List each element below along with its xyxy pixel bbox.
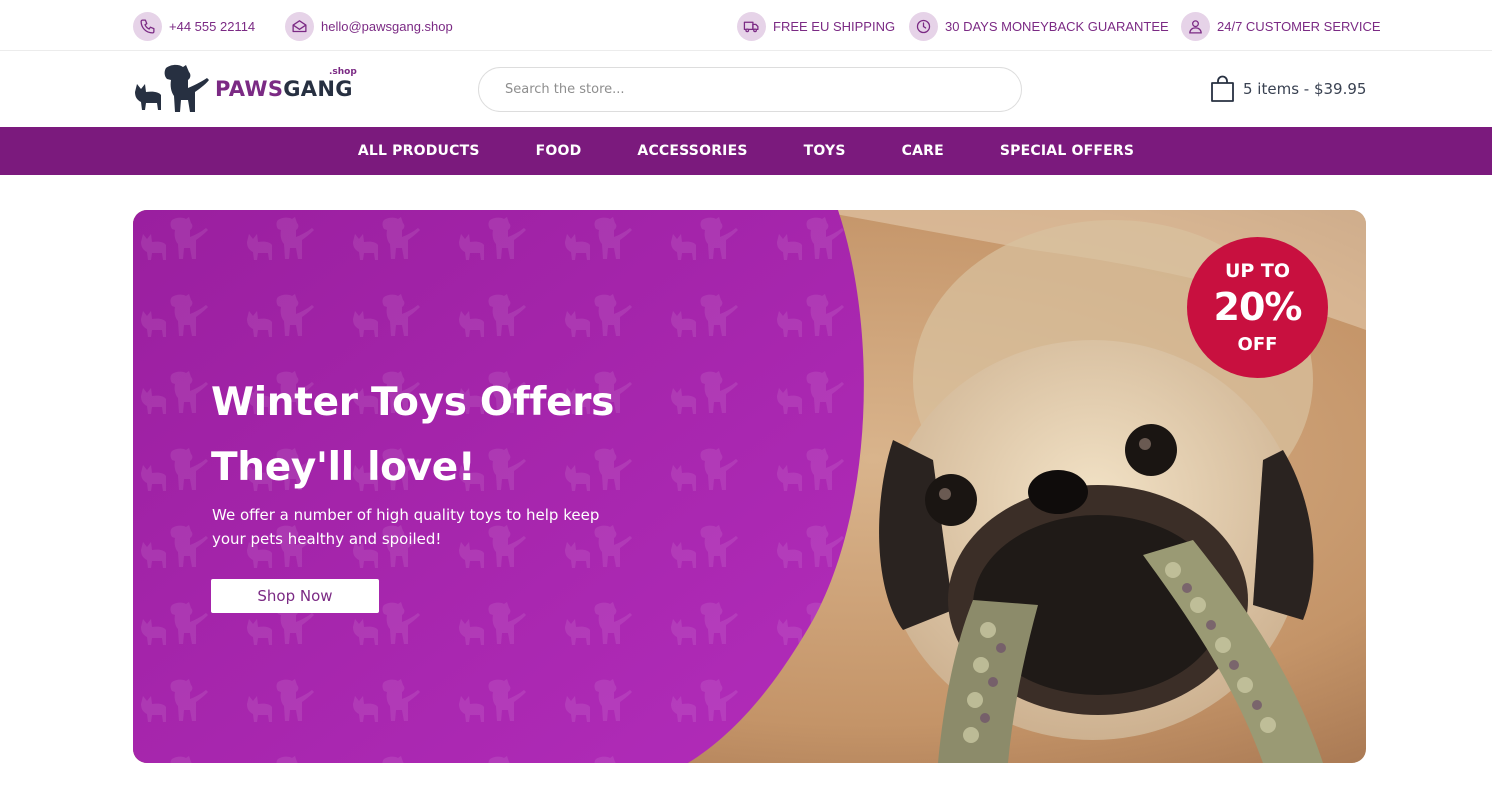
hero-subtitle: We offer a number of high quality toys t… — [212, 506, 600, 548]
phone-contact[interactable]: +44 555 22114 — [133, 11, 255, 41]
email-contact[interactable]: hello@pawsgang.shop — [285, 11, 453, 41]
hero-title: Winter Toys Offers They'll love! — [211, 370, 614, 500]
badge-line3: OFF — [1237, 334, 1278, 355]
user-icon — [1181, 11, 1210, 41]
pawsgang-logo[interactable]: PAWSGANG .shop — [133, 62, 363, 116]
nav-all-products[interactable]: ALL PRODUCTS — [330, 143, 508, 159]
discount-badge: UP TO 20% OFF — [1187, 237, 1328, 378]
nav-care[interactable]: CARE — [874, 143, 972, 159]
shopping-bag-icon — [1211, 75, 1234, 102]
cart-label: 5 items - $39.95 — [1243, 80, 1367, 98]
badge-line1: UP TO — [1224, 260, 1291, 282]
dogs-logo-icon — [135, 64, 209, 112]
envelope-icon — [285, 11, 314, 41]
shipping-text: FREE EU SHIPPING — [773, 18, 896, 34]
main-navigation: ALL PRODUCTS FOOD ACCESSORIES TOYS CARE … — [0, 127, 1492, 175]
guarantee-info: 30 DAYS MONEYBACK GUARANTEE — [909, 11, 1169, 41]
nav-special-offers[interactable]: SPECIAL OFFERS — [972, 143, 1162, 159]
nav-food[interactable]: FOOD — [508, 143, 610, 159]
truck-icon — [737, 11, 766, 41]
nav-accessories[interactable]: ACCESSORIES — [609, 143, 775, 159]
search-input[interactable] — [478, 67, 1022, 112]
clock-icon — [909, 11, 938, 41]
guarantee-text: 30 DAYS MONEYBACK GUARANTEE — [945, 18, 1169, 34]
logo-shop-suffix: .shop — [329, 67, 357, 77]
nav-toys[interactable]: TOYS — [776, 143, 874, 159]
hero-banner: Winter Toys Offers They'll love! We offe… — [133, 210, 1366, 763]
top-info-bar: +44 555 22114 hello@pawsgang.shop FREE E… — [0, 0, 1492, 51]
cart-summary[interactable]: 5 items - $39.95 — [1210, 75, 1366, 103]
badge-percent: 20% — [1213, 285, 1303, 329]
hero-title-line2: They'll love! — [211, 445, 476, 490]
service-text: 24/7 CUSTOMER SERVICE — [1217, 18, 1381, 34]
shop-now-button[interactable]: Shop Now — [211, 579, 379, 613]
site-header: PAWSGANG .shop 5 items - $39.95 — [0, 51, 1492, 127]
service-info: 24/7 CUSTOMER SERVICE — [1181, 11, 1381, 41]
shipping-info: FREE EU SHIPPING — [737, 11, 895, 41]
phone-number: +44 555 22114 — [169, 18, 256, 34]
phone-icon — [133, 11, 162, 41]
logo-wordmark: PAWSGANG — [215, 77, 353, 101]
hero-title-line1: Winter Toys Offers — [211, 380, 615, 425]
email-address: hello@pawsgang.shop — [321, 18, 453, 34]
